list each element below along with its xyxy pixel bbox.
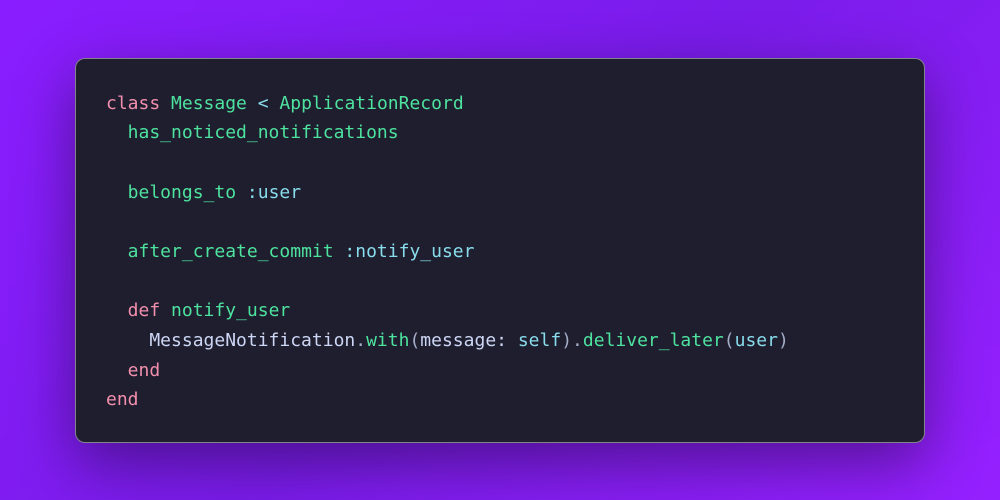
code-token: . [355,330,366,351]
code-line: MessageNotification.with(message: self).… [106,326,894,356]
code-token: class [106,93,160,114]
code-token: self [518,330,561,351]
code-line: after_create_commit :notify_user [106,237,894,267]
code-line [106,207,894,237]
code-token [236,182,247,203]
code-token: message: [420,330,507,351]
code-token: :user [247,182,301,203]
code-token [507,330,518,351]
code-token: ( [409,330,420,351]
code-token: ApplicationRecord [279,93,463,114]
code-line: class Message < ApplicationRecord [106,89,894,119]
code-token: end [106,389,139,410]
code-content: class Message < ApplicationRecord has_not… [106,89,894,416]
code-token: belongs_to [128,182,236,203]
code-token: after_create_commit [128,241,334,262]
code-token [160,93,171,114]
code-line [106,148,894,178]
code-token: has_noticed_notifications [128,122,399,143]
code-token [269,93,280,114]
code-line: end [106,356,894,386]
code-token: with [366,330,409,351]
code-token: notify_user [171,300,290,321]
code-token: MessageNotification [149,330,355,351]
code-token [334,241,345,262]
code-token: user [735,330,778,351]
code-token [247,93,258,114]
code-line [106,267,894,297]
code-token: deliver_later [583,330,724,351]
code-token: ( [724,330,735,351]
code-token: ) [778,330,789,351]
code-token: :notify_user [344,241,474,262]
code-line: end [106,385,894,415]
code-line: has_noticed_notifications [106,118,894,148]
code-line: def notify_user [106,296,894,326]
code-token: Message [171,93,247,114]
code-token: ) [561,330,572,351]
code-line: belongs_to :user [106,178,894,208]
code-token: < [258,93,269,114]
code-block: class Message < ApplicationRecord has_not… [75,58,925,443]
code-token: end [128,360,161,381]
code-token [160,300,171,321]
code-token: def [128,300,161,321]
code-token: . [572,330,583,351]
